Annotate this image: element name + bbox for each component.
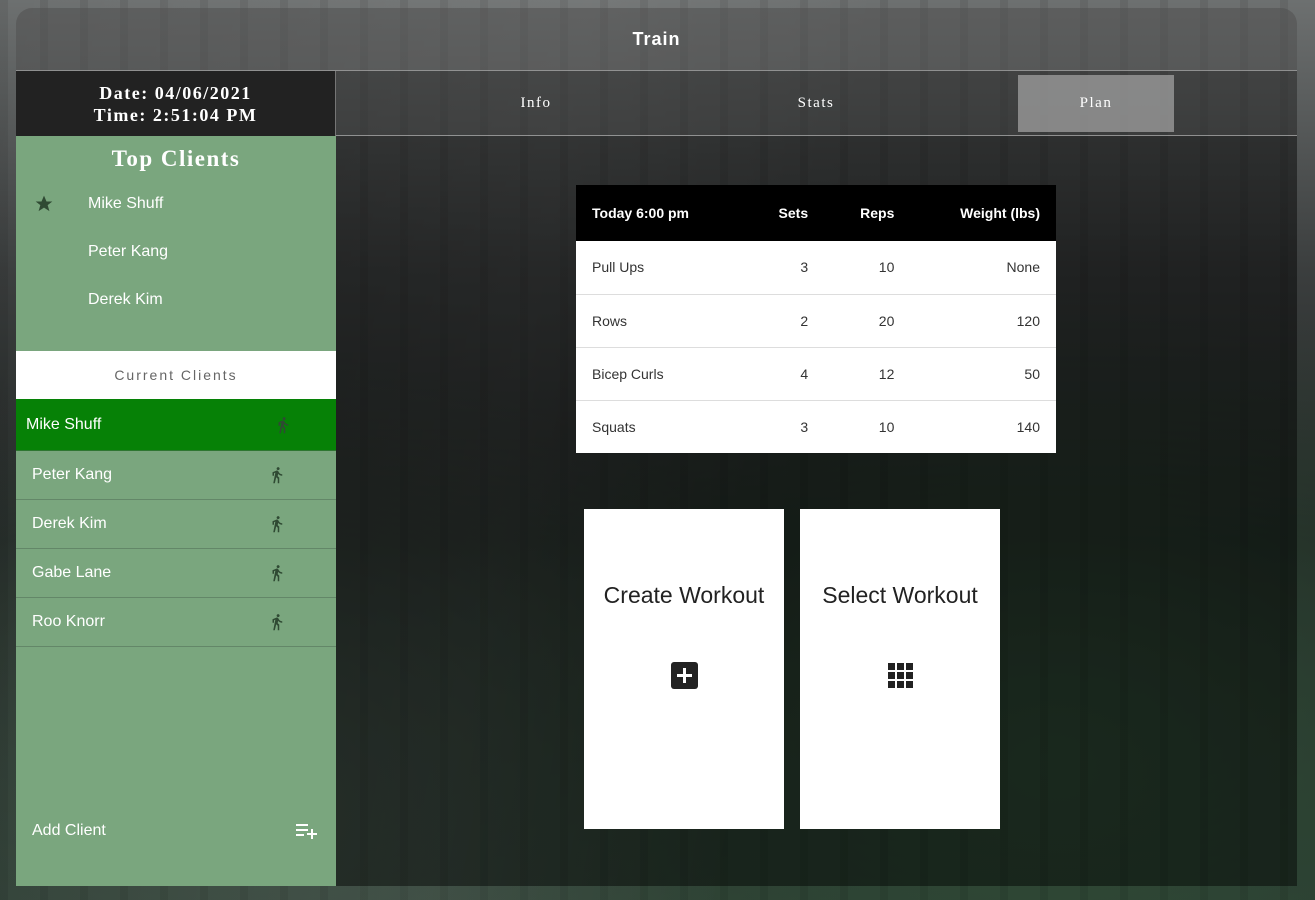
run-icon <box>272 516 283 533</box>
reps-cell: 12 <box>824 347 911 401</box>
client-name: Peter Kang <box>32 466 113 483</box>
client-row-mike-shuff[interactable]: Mike Shuff <box>16 399 336 451</box>
exercise-cell: Squats <box>592 418 636 435</box>
exercise-cell: Rows <box>576 294 744 348</box>
weight-cell: None <box>910 241 1056 295</box>
run-icon <box>272 467 283 484</box>
app-title: Train <box>632 28 681 49</box>
tab-stats[interactable]: Stats <box>738 75 894 132</box>
time-label: Time: 2:51:04 PM <box>93 104 258 125</box>
column-header: Reps <box>824 185 911 241</box>
sets-cell: 3 <box>743 241 825 295</box>
client-row-roo-knorr[interactable]: Roo Knorr <box>16 598 336 647</box>
playlist-add-icon <box>296 824 317 839</box>
add-box-icon <box>671 662 698 689</box>
table-row[interactable]: Pull Ups 3 10 None <box>576 241 1056 295</box>
table-header-row: Today 6:00 pm Sets Reps Weight (lbs) <box>576 185 1056 241</box>
add-client-button[interactable]: Add Client <box>16 816 336 848</box>
client-name: Derek Kim <box>32 515 107 532</box>
tab-info[interactable]: Info <box>458 75 614 132</box>
weight-cell: 50 <box>910 347 1056 401</box>
table-row[interactable]: Squats 3 10 140 <box>576 400 1056 453</box>
select-workout-card[interactable]: Select Workout <box>800 509 1000 829</box>
current-clients-header: Current Clients <box>16 351 336 399</box>
sets-cell: 2 <box>743 294 825 348</box>
weight-cell: 140 <box>1016 418 1040 435</box>
column-header: Sets <box>743 185 825 241</box>
client-row-derek-kim[interactable]: Derek Kim <box>16 500 336 549</box>
tab-bar: Info Stats Plan <box>336 71 1297 136</box>
plan-panel: Today 6:00 pm Sets Reps Weight (lbs) Pul… <box>336 136 1297 886</box>
select-workout-label: Select Workout <box>822 582 978 608</box>
reps-cell: 20 <box>824 294 911 348</box>
client-row-gabe-lane[interactable]: Gabe Lane <box>16 549 336 598</box>
date-label: Date: 04/06/2021 <box>99 82 252 103</box>
reps-cell: 10 <box>878 418 895 435</box>
client-name: Mike Shuff <box>26 415 102 433</box>
star-icon <box>35 195 53 212</box>
run-icon <box>272 614 283 631</box>
table-row[interactable]: Rows 2 20 120 <box>576 294 1056 348</box>
app-title-bar: Train <box>16 8 1297 71</box>
exercise-cell: Pull Ups <box>576 241 744 295</box>
run-icon <box>272 565 283 582</box>
column-header: Today 6:00 pm <box>576 185 744 241</box>
sidebar: Top Clients Mike Shuff Peter Kang Derek … <box>16 136 336 886</box>
reps-cell: 10 <box>824 241 911 295</box>
datetime-panel: Date: 04/06/2021 Time: 2:51:04 PM <box>16 71 336 136</box>
create-workout-label: Create Workout <box>603 582 765 608</box>
exercise-cell: Bicep Curls <box>576 347 744 401</box>
column-header: Weight (lbs) <box>910 185 1056 241</box>
sets-cell: 4 <box>743 347 825 401</box>
grid-icon <box>888 663 913 688</box>
tab-plan[interactable]: Plan <box>1018 75 1174 132</box>
run-icon <box>278 416 289 433</box>
top-clients-title: Top Clients <box>111 146 241 171</box>
client-name: Gabe Lane <box>32 564 112 581</box>
sets-cell: 3 <box>800 418 809 435</box>
top-client-item[interactable]: Derek Kim <box>88 291 163 309</box>
client-row-peter-kang[interactable]: Peter Kang <box>16 451 336 500</box>
add-client-label: Add Client <box>32 822 106 839</box>
client-name: Roo Knorr <box>32 613 105 630</box>
table-row[interactable]: Bicep Curls 4 12 50 <box>576 347 1056 401</box>
top-client-item[interactable]: Peter Kang <box>88 243 168 261</box>
current-clients-title: Current Clients <box>114 367 238 383</box>
top-client-item[interactable]: Mike Shuff <box>88 195 163 213</box>
workout-table: Today 6:00 pm Sets Reps Weight (lbs) Pul… <box>576 185 1056 453</box>
app-window: Train Date: 04/06/2021 Time: 2:51:04 PM … <box>16 8 1297 886</box>
create-workout-card[interactable]: Create Workout <box>584 509 784 829</box>
weight-cell: 120 <box>910 294 1056 348</box>
